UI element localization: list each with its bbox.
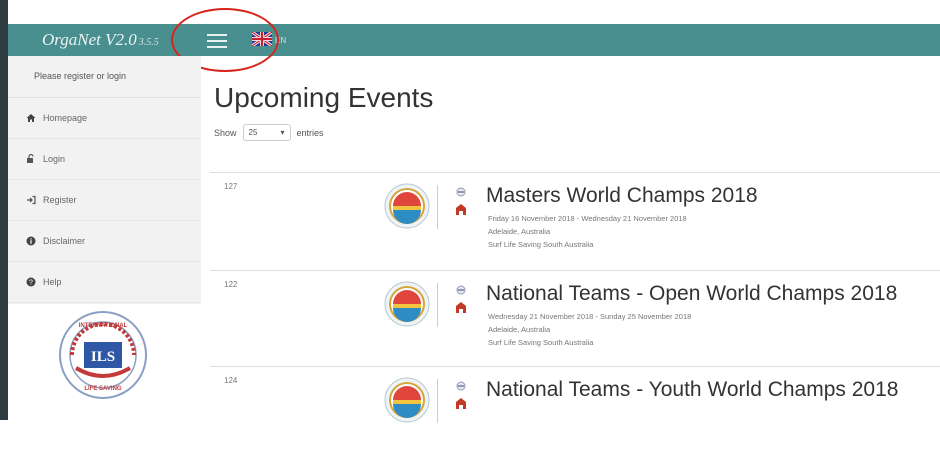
- sidebar-item-register[interactable]: Register: [8, 180, 201, 221]
- ils-logo: ILS INTERNATIONAL LIFE SAVING: [59, 311, 147, 399]
- event-type-icons: [456, 381, 466, 409]
- event-separator: [437, 185, 438, 229]
- home-icon: [26, 114, 36, 122]
- entries-length-control: Show 25 ▾ entries: [214, 124, 324, 141]
- event-type-icons: [456, 285, 466, 313]
- event-dates: Wednesday 21 November 2018 - Sunday 25 N…: [488, 312, 692, 321]
- ils-logo-area: ILS INTERNATIONAL LIFE SAVING: [8, 304, 201, 420]
- event-logo-icon: [384, 281, 430, 327]
- sidebar-item-label: Login: [43, 154, 66, 164]
- sidebar-item-help[interactable]: ? Help: [8, 262, 201, 303]
- language-label[interactable]: EN: [275, 36, 286, 45]
- event-logo-icon: [384, 377, 430, 423]
- event-organizer: Surf Life Saving South Australia: [488, 240, 594, 249]
- event-dates: Friday 16 November 2018 - Wednesday 21 N…: [488, 214, 687, 223]
- top-navbar: OrgaNet V2.0 3.5.5 EN: [8, 24, 940, 56]
- sidebar-item-label: Homepage: [43, 113, 88, 123]
- sidebar-item-disclaimer[interactable]: Disclaimer: [8, 221, 201, 262]
- event-type-icons: [456, 187, 466, 215]
- entries-per-page-value: 25: [248, 128, 258, 137]
- event-title[interactable]: National Teams - Youth World Champs 2018: [486, 378, 898, 402]
- login-icon: [27, 154, 34, 163]
- help-icon: ?: [26, 277, 36, 287]
- event-row[interactable]: 122 National Teams - Open World Champs 2…: [210, 271, 940, 355]
- event-id: 124: [224, 376, 238, 385]
- event-location: Adelaide, Australia: [488, 227, 551, 236]
- page-title: Upcoming Events: [214, 82, 434, 113]
- event-separator: [437, 379, 438, 423]
- event-title[interactable]: Masters World Champs 2018: [486, 184, 758, 208]
- brand-logo[interactable]: OrgaNet V2.0 3.5.5: [42, 30, 159, 50]
- info-icon: [26, 236, 36, 246]
- logo-top-text: INTERNATIONAL: [79, 323, 128, 329]
- show-label: Show: [214, 127, 237, 138]
- sidebar-item-label: Register: [43, 195, 77, 205]
- event-row[interactable]: 124 National Teams - Youth World Champs …: [210, 367, 940, 451]
- event-organizer: Surf Life Saving South Australia: [488, 338, 594, 347]
- sidebar-item-label: Disclaimer: [43, 236, 86, 246]
- event-id: 127: [224, 182, 238, 191]
- window-edge: [0, 0, 8, 420]
- hamburger-menu-icon[interactable]: [205, 30, 229, 50]
- svg-text:?: ?: [29, 280, 33, 287]
- entries-per-page-select[interactable]: 25 ▾: [242, 124, 291, 141]
- sidebar-item-login[interactable]: Login: [8, 139, 201, 180]
- event-title[interactable]: National Teams - Open World Champs 2018: [486, 282, 897, 306]
- sidebar-item-label: Help: [43, 277, 62, 287]
- logo-mid-text: ILS: [91, 349, 115, 365]
- event-location: Adelaide, Australia: [488, 325, 551, 334]
- brand-name: OrgaNet V2.0: [42, 30, 137, 49]
- event-logo-icon: [384, 183, 430, 229]
- sidebar: Please register or login Homepage Login …: [8, 56, 201, 420]
- event-id: 122: [224, 280, 238, 289]
- register-icon: [27, 195, 36, 205]
- register-login-notice: Please register or login: [8, 56, 201, 98]
- sidebar-item-homepage[interactable]: Homepage: [8, 98, 201, 139]
- event-row[interactable]: 127 Masters World Champs 2018 Friday 16 …: [210, 173, 940, 257]
- entries-label: entries: [296, 127, 324, 138]
- logo-bottom-text: LIFE SAVING: [84, 386, 122, 392]
- uk-flag-icon[interactable]: [252, 32, 272, 46]
- event-separator: [437, 283, 438, 327]
- brand-version: 3.5.5: [138, 37, 159, 48]
- chevron-down-icon: ▾: [280, 128, 285, 137]
